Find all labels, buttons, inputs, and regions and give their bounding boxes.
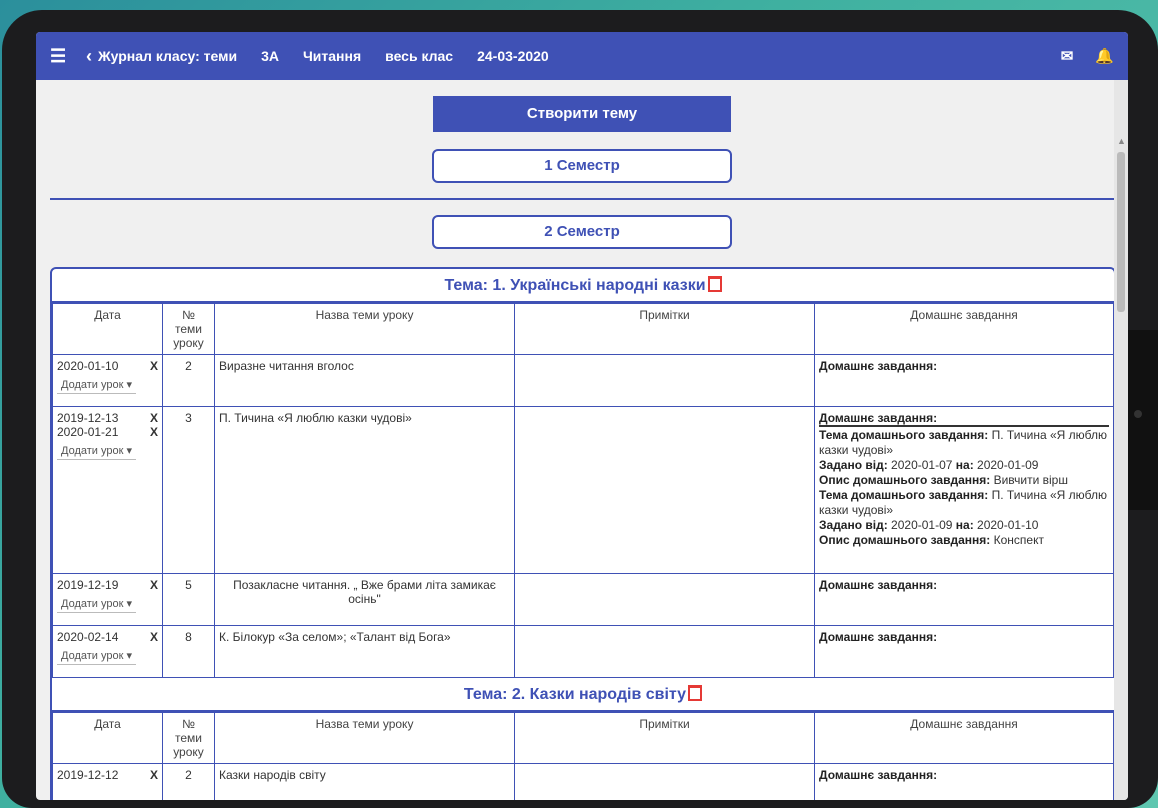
homework-cell: Домашнє завдання: <box>814 625 1114 678</box>
col-header-num: № теми уроку <box>162 712 215 764</box>
date-cell: 2019-12-12 X <box>52 763 163 800</box>
col-header-lesson: Назва теми уроку <box>214 712 515 764</box>
camera-icon <box>1134 410 1142 418</box>
lesson-num: 3 <box>162 406 215 574</box>
semester-1-button[interactable]: 1 Семестр <box>432 149 732 183</box>
main-content: ▲ Створити тему 1 Семестр 2 Семестр Тема… <box>36 80 1128 800</box>
table-row: 2020-02-14 X Додати урок ▾ 8 К. Білокур «… <box>52 625 1114 678</box>
lesson-num: 5 <box>162 573 215 626</box>
table-header-row: Дата № теми уроку Назва теми уроку Примі… <box>52 303 1114 355</box>
lesson-date: 2019-12-12 <box>57 768 119 782</box>
remove-date-button[interactable]: X <box>150 359 158 373</box>
add-lesson-dropdown[interactable]: Додати урок ▾ <box>57 376 136 394</box>
semester-2-button[interactable]: 2 Семестр <box>432 215 732 249</box>
homework-cell: Домашнє завдання: <box>814 763 1114 800</box>
remove-date-button[interactable]: X <box>150 411 158 425</box>
lesson-name: Казки народів світу <box>214 763 515 800</box>
remove-date-button[interactable]: X <box>150 578 158 592</box>
divider <box>50 198 1118 200</box>
table-row: 2020-01-10 X Додати урок ▾ 2 Виразне чита… <box>52 354 1114 407</box>
notes-cell[interactable] <box>514 406 815 574</box>
add-lesson-dropdown[interactable]: Додати урок ▾ <box>57 595 136 613</box>
homework-cell: Домашнє завдання: <box>814 354 1114 407</box>
remove-date-button[interactable]: X <box>150 425 158 439</box>
date-cell: 2019-12-19 X Додати урок ▾ <box>52 573 163 626</box>
col-header-date: Дата <box>52 303 163 355</box>
topic-table: Дата № теми уроку Назва теми уроку Примі… <box>52 712 1114 800</box>
menu-icon[interactable]: ☰ <box>50 46 76 67</box>
col-header-num: № теми уроку <box>162 303 215 355</box>
col-header-date: Дата <box>52 712 163 764</box>
trash-icon[interactable] <box>707 276 722 292</box>
date-cell: 2020-01-10 X Додати урок ▾ <box>52 354 163 407</box>
top-app-bar: ☰ ‹ Журнал класу: теми 3А Читання весь к… <box>36 32 1128 80</box>
group-selector[interactable]: весь клас <box>385 48 453 64</box>
topic-title: Тема: 1. Українські народні казки <box>52 269 1114 303</box>
notes-cell[interactable] <box>514 625 815 678</box>
scrollbar-thumb[interactable] <box>1117 152 1125 312</box>
homework-cell: Домашнє завдання: <box>814 573 1114 626</box>
trash-icon[interactable] <box>688 685 703 701</box>
lesson-date: 2020-02-14 <box>57 630 119 644</box>
col-header-homework: Домашнє завдання <box>814 303 1114 355</box>
remove-date-button[interactable]: X <box>150 630 158 644</box>
add-lesson-dropdown[interactable]: Додати урок ▾ <box>57 647 136 665</box>
lesson-num: 2 <box>162 354 215 407</box>
date-selector[interactable]: 24-03-2020 <box>477 48 549 64</box>
lesson-name: П. Тичина «Я люблю казки чудові» <box>214 406 515 574</box>
table-row: 2019-12-19 X Додати урок ▾ 5 Позакласне ч… <box>52 573 1114 626</box>
app-screen: ☰ ‹ Журнал класу: теми 3А Читання весь к… <box>36 32 1128 800</box>
back-arrow-icon[interactable]: ‹ <box>86 46 92 67</box>
lesson-date: 2020-01-10 <box>57 359 119 373</box>
table-row: 2019-12-12 X 2 Казки народів світу Домашн… <box>52 763 1114 800</box>
scroll-up-icon[interactable]: ▲ <box>1117 136 1126 146</box>
topic-table: Дата № теми уроку Назва теми уроку Примі… <box>52 303 1114 678</box>
col-header-homework: Домашнє завдання <box>814 712 1114 764</box>
lesson-name: Виразне читання вголос <box>214 354 515 407</box>
lesson-num: 8 <box>162 625 215 678</box>
topics-journal: Тема: 1. Українські народні казки Дата №… <box>50 267 1116 800</box>
lesson-date: 2020-01-21 <box>57 425 119 439</box>
homework-cell: Домашнє завдання: Тема домашнього завдан… <box>814 406 1114 574</box>
lesson-name: К. Білокур «За селом»; «Талант від Бога» <box>214 625 515 678</box>
notes-cell[interactable] <box>514 354 815 407</box>
date-cell: 2020-02-14 X Додати урок ▾ <box>52 625 163 678</box>
class-selector[interactable]: 3А <box>261 48 279 64</box>
remove-date-button[interactable]: X <box>150 768 158 782</box>
subject-selector[interactable]: Читання <box>303 48 361 64</box>
mail-icon[interactable]: ✉ <box>1061 47 1074 65</box>
notes-cell[interactable] <box>514 573 815 626</box>
bell-icon[interactable]: 🔔 <box>1095 47 1114 65</box>
col-header-notes: Примітки <box>514 712 815 764</box>
notes-cell[interactable] <box>514 763 815 800</box>
lesson-date: 2019-12-19 <box>57 578 119 592</box>
date-cell: 2019-12-13 X 2020-01-21 X Додати урок ▾ <box>52 406 163 574</box>
tablet-frame: ☰ ‹ Журнал класу: теми 3А Читання весь к… <box>2 10 1158 808</box>
table-header-row: Дата № теми уроку Назва теми уроку Примі… <box>52 712 1114 764</box>
lesson-num: 2 <box>162 763 215 800</box>
topic-title: Тема: 2. Казки народів світу <box>52 678 1114 712</box>
create-topic-button[interactable]: Створити тему <box>433 96 731 132</box>
table-row: 2019-12-13 X 2020-01-21 X Додати урок ▾ 3 … <box>52 406 1114 574</box>
scrollbar[interactable]: ▲ <box>1114 80 1128 800</box>
topic-title-text: Тема: 1. Українські народні казки <box>444 277 706 294</box>
lesson-date: 2019-12-13 <box>57 411 119 425</box>
page-title: Журнал класу: теми <box>98 48 238 64</box>
lesson-name: Позакласне читання. „ Вже брами літа зам… <box>214 573 515 626</box>
add-lesson-dropdown[interactable]: Додати урок ▾ <box>57 442 136 460</box>
col-header-notes: Примітки <box>514 303 815 355</box>
col-header-lesson: Назва теми уроку <box>214 303 515 355</box>
topic-title-text: Тема: 2. Казки народів світу <box>463 686 687 703</box>
